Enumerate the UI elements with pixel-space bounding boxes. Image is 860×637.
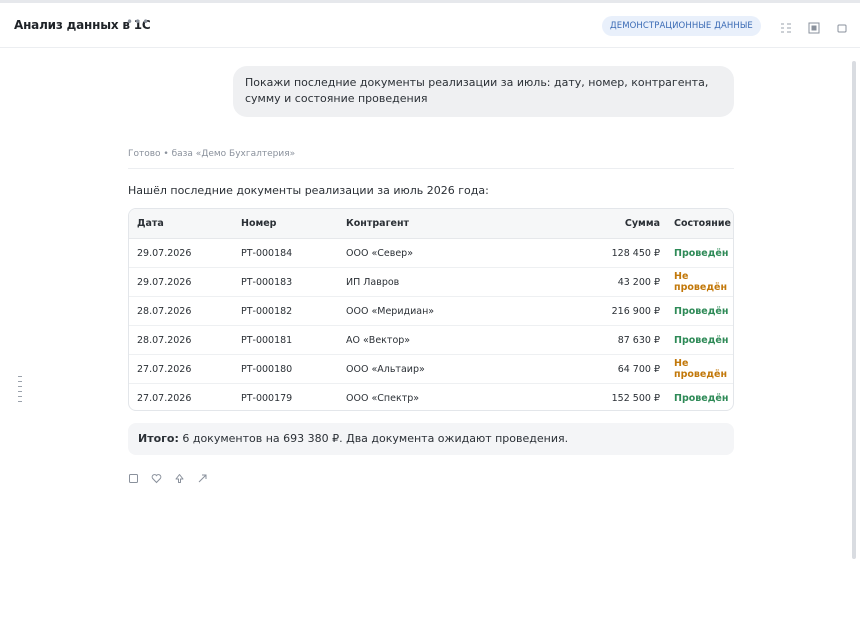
cell-number: РТ-000182 [233, 296, 338, 326]
panel-icon[interactable] [808, 19, 820, 34]
divider [128, 168, 734, 169]
square-icon[interactable] [836, 19, 848, 33]
share-icon[interactable] [197, 469, 208, 483]
column-header-state: Состояние [664, 209, 733, 239]
table-header-row: Дата Номер Контрагент Сумма Состояние [129, 209, 733, 239]
column-header-counterparty: Контрагент [338, 209, 515, 239]
cell-state: Проведён [664, 325, 733, 355]
cell-date: 29.07.2026 [129, 267, 233, 297]
response-status: Готово • база «Демо Бухгалтерия» [128, 149, 296, 159]
table-row: 29.07.2026 РТ-000183 ИП Лавров 43 200 ₽ … [129, 267, 733, 297]
cell-date: 28.07.2026 [129, 296, 233, 326]
cell-sum: 128 450 ₽ [515, 238, 664, 268]
cell-number: РТ-000184 [233, 238, 338, 268]
cell-date: 27.07.2026 [137, 392, 192, 404]
cell-counterparty: ООО «Спектр» [346, 392, 420, 404]
table-row: 28.07.2026 РТ-000181 АО «Вектор» 87 630 … [129, 325, 733, 355]
table-row: 27.07.2026 РТ-000180 ООО «Альтаир» 64 70… [129, 354, 733, 384]
cell-counterparty: ООО «Меридиан» [338, 296, 515, 326]
column-header-number: Номер [233, 209, 338, 239]
cell-sum: 64 700 ₽ [515, 354, 664, 384]
cell-sum: 87 630 ₽ [515, 325, 664, 355]
summary-label: Итого: [138, 432, 179, 445]
app-window: Анализ данных в 1С ••• ДЕМОНСТРАЦИОННЫЕ … [0, 0, 860, 637]
cell-counterparty: ООО «Альтаир» [338, 354, 515, 384]
cell-state: Проведён [664, 296, 733, 326]
cell-date: 27.07.2026 [129, 354, 233, 384]
documents-table: Дата Номер Контрагент Сумма Состояние 29… [128, 208, 734, 411]
cell-state: Не проведён [664, 267, 733, 297]
cell-counterparty: ИП Лавров [338, 267, 515, 297]
cell-counterparty: АО «Вектор» [338, 325, 515, 355]
cell-sum: 43 200 ₽ [515, 267, 664, 297]
cell-state: Проведён [664, 238, 733, 268]
column-header-date: Дата [129, 209, 233, 239]
table-row: 29.07.2026 РТ-000184 ООО «Север» 128 450… [129, 238, 733, 268]
cell-number: РТ-000180 [233, 354, 338, 384]
user-message-bubble: Покажи последние документы реализации за… [233, 66, 734, 117]
cell-sum: 216 900 ₽ [515, 296, 664, 326]
list-icon[interactable] [780, 19, 792, 33]
cell-counterparty: ООО «Север» [338, 238, 515, 268]
demo-data-badge: ДЕМОНСТРАЦИОННЫЕ ДАННЫЕ [602, 16, 761, 36]
message-actions [128, 469, 208, 484]
table-row: 28.07.2026 РТ-000182 ООО «Меридиан» 216 … [129, 296, 733, 326]
cell-number: РТ-000181 [233, 325, 338, 355]
more-menu-icon[interactable]: ••• [126, 15, 150, 29]
assistant-intro: Нашёл последние документы реализации за … [128, 184, 489, 197]
scrollbar[interactable] [852, 61, 856, 559]
cell-state: Не проведён [664, 354, 733, 384]
cell-date: 29.07.2026 [129, 238, 233, 268]
table-row: 27.07.2026 РТ-000179 ООО «Спектр» 152 50… [129, 384, 733, 411]
summary-box: Итого: 6 документов на 693 380 ₽. Два до… [128, 423, 734, 455]
cell-number: РТ-000183 [233, 267, 338, 297]
like-icon[interactable] [151, 469, 162, 484]
dislike-icon[interactable] [174, 469, 185, 483]
drag-handle[interactable] [18, 376, 22, 408]
header: Анализ данных в 1С ••• ДЕМОНСТРАЦИОННЫЕ … [0, 3, 860, 48]
cell-state: Проведён [674, 392, 729, 404]
cell-number: РТ-000179 [241, 392, 293, 404]
copy-icon[interactable] [128, 469, 139, 483]
cell-date: 28.07.2026 [129, 325, 233, 355]
cell-sum: 152 500 ₽ [611, 392, 660, 404]
column-header-sum: Сумма [515, 209, 664, 239]
summary-text: 6 документов на 693 380 ₽. Два документа… [178, 432, 569, 445]
